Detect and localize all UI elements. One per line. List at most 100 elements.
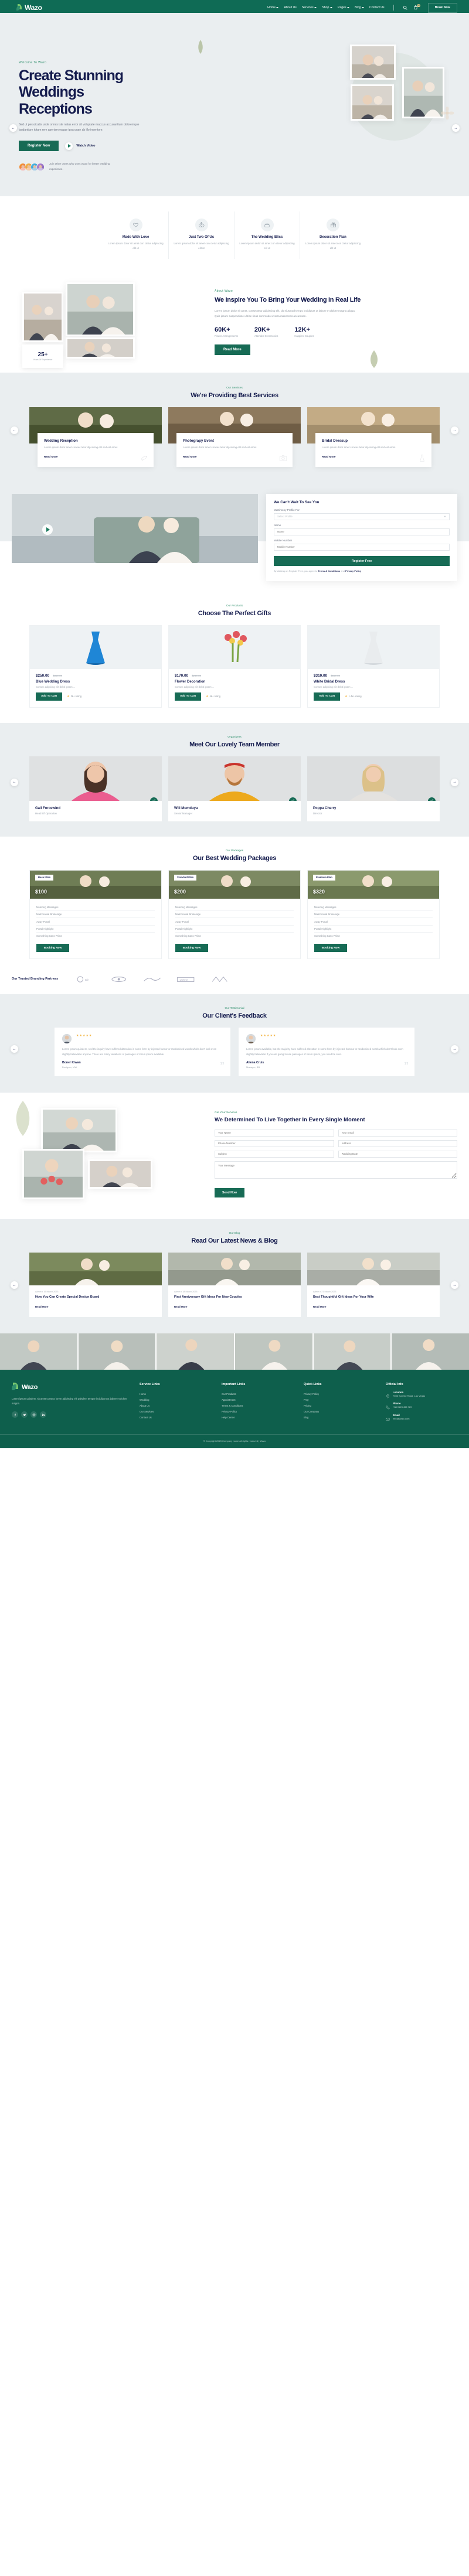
contact-phone-input[interactable]	[215, 1139, 334, 1147]
nav-item-services[interactable]: Services	[302, 6, 317, 9]
blog-card-2[interactable]: Admin • 18 March 2023 First Anniversary …	[168, 1253, 301, 1318]
twitter-icon[interactable]	[21, 1411, 28, 1418]
book-now-button[interactable]: Book Now	[427, 2, 457, 13]
footer-about-text: Lorem ipsum quisdem, sit amet consect lo…	[12, 1397, 127, 1405]
gallery-item-6[interactable]	[392, 1333, 469, 1370]
footer-contact-title: Phone	[393, 1402, 401, 1405]
gallery-item-5[interactable]	[313, 1333, 391, 1370]
feature-card-just-two-of-us[interactable]: Just Two Of Us Lorem ipsum dolor sit ame…	[169, 211, 235, 260]
team-card-gail-forcewind[interactable]: Gail Forcewind Head Of Operation	[29, 756, 162, 821]
about-content: About Wazo We Inspire You To Bring Your …	[215, 279, 457, 355]
feature-card-wedding-bliss[interactable]: The Wedding Bliss Lorem ipsum dolor sit …	[235, 211, 300, 260]
contact-message-textarea[interactable]	[215, 1161, 457, 1179]
product-card-blue-wedding-dress[interactable]: $250.00 $350.00 Blue Wedding Dress Conse…	[29, 625, 162, 708]
cart-icon[interactable]: 10	[413, 4, 420, 11]
terms-link[interactable]: Terms & Conditions	[318, 569, 340, 572]
nav-item-blog[interactable]: Blog	[355, 6, 364, 9]
add-to-cart-button[interactable]: Add To Cart	[175, 692, 202, 701]
send-now-button[interactable]: Send Now	[215, 1188, 245, 1197]
gallery-item-3[interactable]	[157, 1333, 235, 1370]
footer-link[interactable]: Contact Us	[140, 1415, 211, 1421]
facebook-icon[interactable]	[12, 1411, 18, 1418]
package-card-premium[interactable]: Premium Plan $320 Metering Messages Matr…	[307, 869, 440, 960]
site-header: Wazo Home About Us Services Shop Pages B…	[0, 0, 469, 15]
gallery-item-1[interactable]	[0, 1333, 77, 1370]
blog-next-arrow[interactable]: →	[451, 1281, 458, 1289]
service-read-more[interactable]: Read More	[322, 455, 336, 458]
search-icon[interactable]	[403, 5, 408, 11]
footer-link[interactable]: Wedding	[140, 1397, 211, 1403]
footer-link[interactable]: Pricing	[304, 1403, 375, 1408]
footer-link[interactable]: Home	[140, 1391, 211, 1397]
product-card-white-bridal-dress[interactable]: $310.00 $550.00 White Bridal Dress Conse…	[307, 625, 440, 708]
package-booking-button[interactable]: Booking Now	[175, 944, 208, 953]
blog-card-1[interactable]: Admin • 15 March 2023 How You Can Create…	[29, 1253, 162, 1318]
instagram-icon[interactable]	[30, 1411, 37, 1418]
footer-link[interactable]: Blog	[304, 1415, 375, 1421]
footer-link[interactable]: Help Center	[222, 1415, 293, 1421]
nav-item-shop[interactable]: Shop	[322, 6, 332, 9]
testimonials-next-arrow[interactable]: →	[451, 1045, 458, 1053]
hero-photo-2	[402, 67, 444, 118]
gallery-item-2[interactable]	[78, 1333, 156, 1370]
package-booking-button[interactable]: Booking Now	[36, 944, 69, 953]
product-card-flower-decoration[interactable]: $170.00 $230.00 Flower Decoration Consec…	[168, 625, 301, 708]
service-card-photograpy-event[interactable]: Photograpy Event Lorem ipsum dolor amet …	[168, 407, 301, 467]
register-free-button[interactable]: Register Free	[274, 556, 450, 567]
team-card-poppa-cherry[interactable]: Poppa Cherry Director	[307, 756, 440, 821]
footer-link[interactable]: Privacy Policy	[222, 1409, 293, 1415]
hero-prev-arrow[interactable]: ←	[9, 124, 17, 132]
hero-title: Create Stunning Weddings Receptions	[19, 67, 188, 117]
footer-link[interactable]: Appointment	[222, 1397, 293, 1403]
package-feature: Metering Messages	[314, 904, 433, 911]
hero-paragraph: Sed ut perscicatis unde omnis iste natus…	[19, 122, 140, 132]
profile-select[interactable]: Select Profile ▼	[274, 513, 450, 520]
footer-link[interactable]: Our Services	[140, 1409, 211, 1415]
gallery-item-4[interactable]	[235, 1333, 312, 1370]
package-card-basic[interactable]: Basic Plan $100 Metering Messages Matrim…	[29, 869, 162, 960]
add-to-cart-button[interactable]: Add To Cart	[36, 692, 63, 701]
contact-name-input[interactable]	[215, 1129, 334, 1137]
register-now-button[interactable]: Register Now	[19, 141, 59, 152]
footer-link[interactable]: FAQ	[304, 1397, 375, 1403]
contact-address-input[interactable]	[338, 1139, 457, 1147]
footer-link[interactable]: Our Products	[222, 1391, 293, 1397]
name-input[interactable]	[274, 528, 450, 535]
site-logo[interactable]: Wazo	[16, 4, 42, 12]
footer-link[interactable]: Terms & Conditions	[222, 1403, 293, 1408]
footer-logo[interactable]: Wazo	[12, 1383, 129, 1392]
blog-read-more[interactable]: Read More	[35, 1305, 48, 1308]
contact-date-input[interactable]	[338, 1150, 457, 1158]
footer-link[interactable]: Our Company	[304, 1409, 375, 1415]
package-card-standard[interactable]: Standard Plan $200 Metering Messages Mat…	[168, 869, 301, 960]
add-to-cart-button[interactable]: Add To Cart	[314, 692, 341, 701]
footer-link[interactable]: About Us	[140, 1403, 211, 1408]
contact-email-input[interactable]	[338, 1129, 457, 1137]
team-next-arrow[interactable]: →	[451, 778, 458, 786]
service-read-more[interactable]: Read More	[44, 455, 58, 458]
linkedin-icon[interactable]	[40, 1411, 46, 1418]
service-card-wedding-reception[interactable]: Wedding Reception Lorem ipsum dolor amet…	[29, 407, 162, 467]
service-read-more[interactable]: Read More	[183, 455, 197, 458]
band-play-button[interactable]	[42, 524, 53, 535]
team-prev-arrow[interactable]: ←	[11, 778, 18, 786]
about-read-more-button[interactable]: Read More	[215, 344, 250, 355]
blog-card-3[interactable]: Admin • 21 March 2023 Best Thoughtful Gi…	[307, 1253, 440, 1318]
nav-item-about[interactable]: About Us	[284, 6, 296, 9]
services-next-arrow[interactable]: →	[451, 427, 458, 435]
package-booking-button[interactable]: Booking Now	[314, 944, 347, 953]
contact-subject-input[interactable]	[215, 1150, 334, 1158]
footer-link[interactable]: Privacy Policy	[304, 1391, 375, 1397]
blog-read-more[interactable]: Read More	[174, 1305, 187, 1308]
blog-read-more[interactable]: Read More	[313, 1305, 326, 1308]
nav-item-pages[interactable]: Pages	[338, 6, 350, 9]
service-card-bridal-dressup[interactable]: Bridal Dressup Lorem ipsum dolor amet co…	[307, 407, 440, 467]
feature-card-decoration-plan[interactable]: Decoration Plan Lorem ipsum dolor sit am…	[300, 211, 366, 259]
mobile-input[interactable]	[274, 543, 450, 551]
feature-card-made-with-love[interactable]: Made With Love Lorem ipsum dolor sit ame…	[103, 211, 169, 260]
privacy-link[interactable]: Privacy Policy	[345, 569, 361, 572]
watch-video-button[interactable]: Watch Video	[65, 142, 95, 150]
team-card-will-mumduya[interactable]: Will Mumduya Senior Manager	[168, 756, 301, 821]
nav-item-home[interactable]: Home	[267, 6, 279, 9]
nav-item-contact[interactable]: Contact Us	[369, 6, 385, 9]
